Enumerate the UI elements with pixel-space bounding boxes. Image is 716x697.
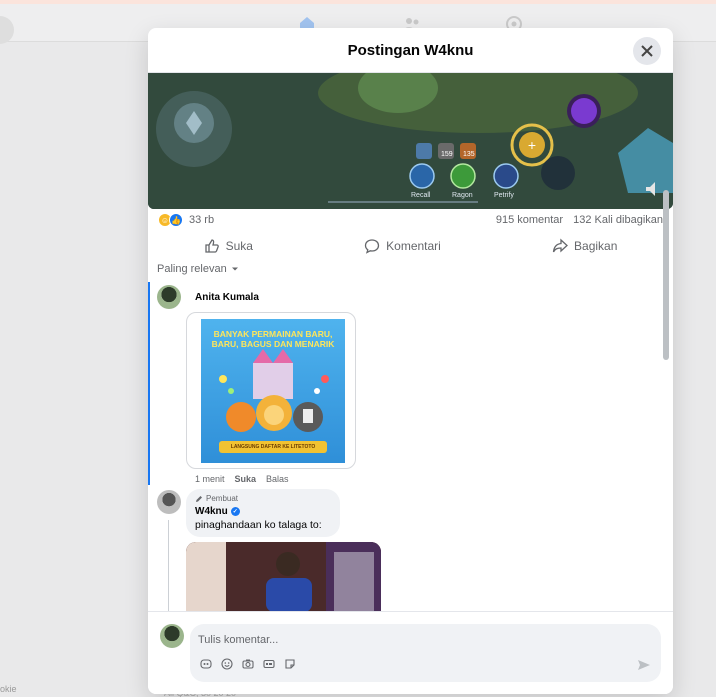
post-modal: Postingan W4knu + 159 135 Recall Ragon P…: [148, 28, 673, 694]
svg-text:+: +: [528, 137, 536, 153]
comment-reply-button[interactable]: Balas: [266, 474, 289, 484]
comment-highlight-bar: [148, 282, 150, 485]
creator-badge: Pembuat: [195, 494, 331, 503]
camera-icon: [242, 659, 254, 669]
verified-icon: ✓: [230, 507, 240, 516]
scrollbar[interactable]: [663, 190, 669, 360]
sort-label: Paling relevan: [157, 263, 227, 275]
comment-button[interactable]: Komentari: [352, 234, 453, 258]
close-icon: [641, 45, 653, 57]
share-label: Bagikan: [574, 239, 618, 253]
send-icon[interactable]: [637, 658, 651, 672]
comment-like-button[interactable]: Suka: [235, 474, 257, 484]
creator-label: Pembuat: [206, 494, 239, 503]
comment-composer: [148, 611, 673, 694]
comment-count[interactable]: 915 komentar: [496, 214, 563, 226]
share-icon: [552, 238, 568, 253]
post-actions: Suka Komentari Bagikan: [148, 231, 673, 261]
reaction-icons[interactable]: ☺ 👍: [158, 213, 183, 227]
share-count[interactable]: 132 Kali dibagikan: [573, 214, 663, 226]
gif-icon: [263, 659, 275, 669]
comment-input[interactable]: [198, 630, 638, 650]
reply-thread-line: [168, 520, 169, 611]
skill-label-ragon: Ragon: [452, 192, 473, 199]
comment-sort-dropdown[interactable]: Paling relevan: [157, 263, 239, 275]
like-label: Suka: [225, 239, 253, 253]
cookie-link[interactable]: okie: [0, 684, 17, 694]
reaction-count[interactable]: 33 rb: [189, 214, 214, 226]
thumbs-up-icon: [204, 239, 219, 253]
comment-label: Komentari: [386, 239, 441, 253]
composer-box: [190, 624, 661, 682]
comment-sticker-image: BANYAK PERMAINAN BARU, BARU, BAGUS DAN M…: [201, 319, 345, 463]
camera-button[interactable]: [242, 658, 254, 670]
post-scroll-area[interactable]: + 159 135 Recall Ragon Petrify ☺ �: [148, 73, 673, 611]
sticker-banner: LANGSUNG DAFTAR KE LITETOTO: [219, 441, 327, 453]
skill-label-recall: Recall: [411, 192, 431, 199]
comment-photo[interactable]: [186, 542, 381, 611]
comment-author[interactable]: W4knu: [195, 506, 228, 517]
comment-icon: [364, 239, 380, 254]
emoji-button[interactable]: [221, 658, 233, 670]
comment-author[interactable]: Anita Kumala: [195, 292, 259, 303]
skill-label-petrify: Petrify: [494, 192, 514, 199]
sticker-icon: [285, 659, 295, 669]
avatar-sticker-button[interactable]: [200, 658, 212, 670]
game-scene: +: [148, 73, 673, 209]
chevron-down-icon: [231, 267, 238, 271]
skill-count-2: 135: [463, 151, 475, 158]
like-reaction-icon: 👍: [169, 213, 183, 227]
composer-tools: [200, 658, 296, 670]
modal-header: Postingan W4knu: [148, 28, 673, 73]
comment-text: pinaghandaan ko talaga to:: [195, 519, 322, 531]
avatar[interactable]: [160, 624, 184, 648]
modal-title: Postingan W4knu: [347, 41, 474, 59]
reactions-summary: ☺ 👍 33 rb 915 komentar 132 Kali dibagika…: [148, 209, 673, 231]
comment-image-card[interactable]: BANYAK PERMAINAN BARU, BARU, BAGUS DAN M…: [186, 312, 356, 469]
skill-count-1: 159: [441, 151, 453, 158]
pencil-icon: [196, 495, 202, 502]
comment-meta: 1 menit Suka Balas: [195, 474, 289, 484]
comment-bubble: Pembuat W4knu ✓ pinaghandaan ko talaga t…: [186, 489, 340, 537]
sticker-button[interactable]: [284, 658, 296, 670]
avatar[interactable]: [157, 285, 181, 309]
share-button[interactable]: Bagikan: [540, 234, 629, 258]
avatar-sticker-icon: [200, 659, 212, 669]
comment-time[interactable]: 1 menit: [195, 474, 225, 484]
gif-button[interactable]: [263, 658, 275, 670]
avatar[interactable]: [157, 490, 181, 514]
emoji-icon: [221, 658, 233, 670]
like-button[interactable]: Suka: [192, 234, 265, 258]
search-pill[interactable]: [0, 16, 14, 44]
close-button[interactable]: [633, 37, 661, 65]
post-image[interactable]: + 159 135 Recall Ragon Petrify: [148, 73, 673, 209]
photo-scene: [186, 542, 381, 611]
